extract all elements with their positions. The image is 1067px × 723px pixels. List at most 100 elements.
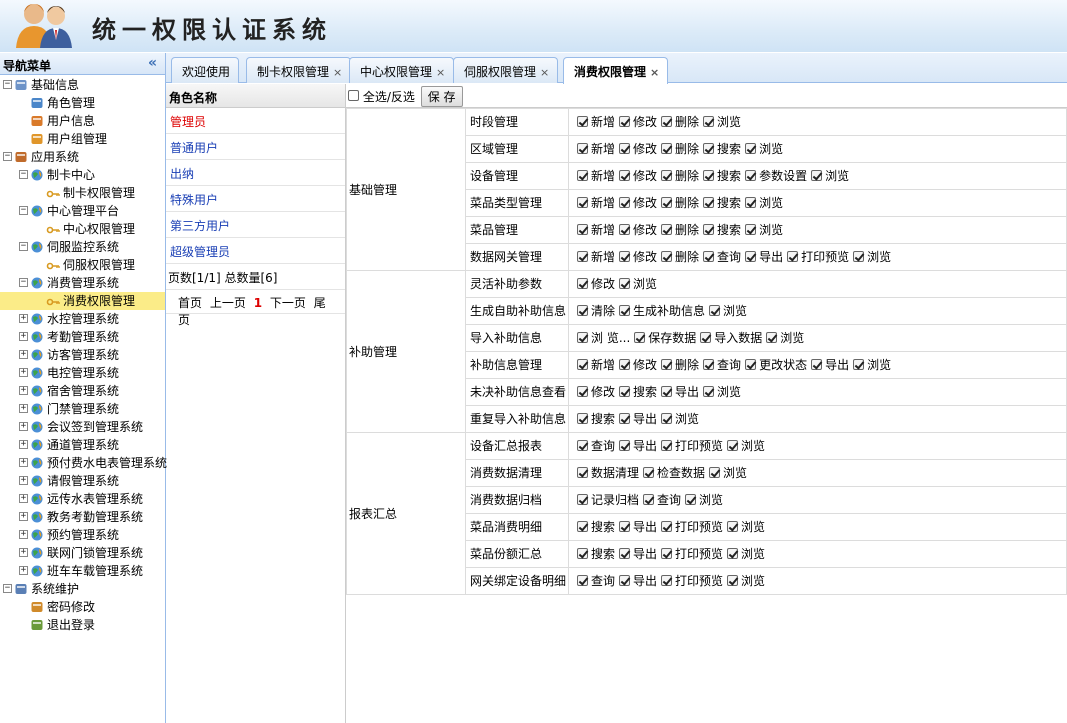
expand-toggle-icon[interactable]: +: [19, 440, 28, 449]
operation-checkbox[interactable]: [619, 521, 631, 532]
expand-toggle-icon[interactable]: +: [19, 458, 28, 467]
operation-checkbox[interactable]: [619, 359, 631, 370]
operation-checkbox[interactable]: [787, 251, 799, 262]
expand-toggle-icon[interactable]: +: [19, 332, 28, 341]
operation-checkbox[interactable]: [703, 386, 715, 397]
collapse-toggle-icon[interactable]: −: [19, 278, 28, 287]
operation-checkbox[interactable]: [577, 305, 588, 316]
operation-checkbox[interactable]: [577, 467, 588, 478]
operation-checkbox[interactable]: [745, 251, 757, 262]
expand-toggle-icon[interactable]: +: [19, 530, 28, 539]
operation-checkbox[interactable]: [661, 359, 673, 370]
operation-checkbox[interactable]: [703, 116, 715, 127]
nav-item[interactable]: + 考勤管理系统: [0, 328, 165, 346]
nav-item[interactable]: + 教务考勤管理系统: [0, 508, 165, 526]
nav-item[interactable]: + 预约管理系统: [0, 526, 165, 544]
collapse-toggle-icon[interactable]: −: [3, 80, 12, 89]
tab[interactable]: 伺服权限管理 ×: [453, 57, 559, 83]
operation-checkbox[interactable]: [619, 548, 631, 559]
operation-checkbox[interactable]: [661, 548, 673, 559]
collapse-toggle-icon[interactable]: −: [19, 242, 28, 251]
operation-checkbox[interactable]: [661, 521, 673, 532]
operation-checkbox[interactable]: [577, 197, 588, 208]
operation-checkbox[interactable]: [619, 251, 631, 262]
operation-checkbox[interactable]: [766, 332, 778, 343]
operation-checkbox[interactable]: [745, 197, 757, 208]
operation-checkbox[interactable]: [703, 251, 715, 262]
operation-checkbox[interactable]: [619, 575, 631, 586]
operation-checkbox[interactable]: [661, 170, 673, 181]
nav-item[interactable]: − 应用系统: [0, 148, 165, 166]
operation-checkbox[interactable]: [577, 170, 588, 181]
operation-checkbox[interactable]: [745, 143, 757, 154]
expand-toggle-icon[interactable]: +: [19, 494, 28, 503]
select-all-checkbox[interactable]: [348, 90, 359, 101]
operation-checkbox[interactable]: [577, 251, 588, 262]
expand-toggle-icon[interactable]: +: [19, 422, 28, 431]
operation-checkbox[interactable]: [619, 440, 631, 451]
close-icon[interactable]: ×: [333, 66, 342, 79]
nav-item[interactable]: + 电控管理系统: [0, 364, 165, 382]
nav-item[interactable]: + 宿舍管理系统: [0, 382, 165, 400]
operation-checkbox[interactable]: [619, 386, 631, 397]
operation-checkbox[interactable]: [700, 332, 712, 343]
close-icon[interactable]: ×: [650, 66, 659, 79]
expand-toggle-icon[interactable]: +: [19, 314, 28, 323]
close-icon[interactable]: ×: [540, 66, 549, 79]
tab[interactable]: 制卡权限管理 ×: [246, 57, 352, 83]
nav-item[interactable]: 用户组管理: [0, 130, 165, 148]
nav-item[interactable]: + 预付费水电表管理系统: [0, 454, 167, 472]
operation-checkbox[interactable]: [661, 386, 673, 397]
operation-checkbox[interactable]: [577, 359, 588, 370]
role-item[interactable]: 管理员: [166, 108, 345, 134]
nav-item[interactable]: + 水控管理系统: [0, 310, 165, 328]
operation-checkbox[interactable]: [685, 494, 697, 505]
tab[interactable]: 消费权限管理 ×: [563, 57, 669, 84]
operation-checkbox[interactable]: [577, 548, 588, 559]
nav-item[interactable]: + 门禁管理系统: [0, 400, 165, 418]
nav-item[interactable]: 伺服权限管理: [0, 256, 165, 274]
role-item[interactable]: 第三方用户: [166, 212, 345, 238]
operation-checkbox[interactable]: [643, 494, 655, 505]
operation-checkbox[interactable]: [577, 116, 588, 127]
role-item[interactable]: 出纳: [166, 160, 345, 186]
collapse-toggle-icon[interactable]: −: [3, 584, 12, 593]
role-item[interactable]: 超级管理员: [166, 238, 345, 264]
operation-checkbox[interactable]: [619, 305, 631, 316]
operation-checkbox[interactable]: [703, 170, 715, 181]
operation-checkbox[interactable]: [619, 413, 631, 424]
expand-toggle-icon[interactable]: +: [19, 476, 28, 485]
collapse-icon[interactable]: «: [148, 55, 157, 71]
operation-checkbox[interactable]: [661, 224, 673, 235]
operation-checkbox[interactable]: [727, 575, 739, 586]
nav-item[interactable]: − 制卡中心: [0, 166, 165, 184]
expand-toggle-icon[interactable]: +: [19, 404, 28, 413]
operation-checkbox[interactable]: [577, 224, 588, 235]
collapse-toggle-icon[interactable]: −: [19, 206, 28, 215]
role-item[interactable]: 普通用户: [166, 134, 345, 160]
operation-checkbox[interactable]: [811, 170, 823, 181]
expand-toggle-icon[interactable]: +: [19, 386, 28, 395]
tab[interactable]: 中心权限管理 ×: [349, 57, 455, 83]
operation-checkbox[interactable]: [577, 413, 588, 424]
nav-item[interactable]: 用户信息: [0, 112, 165, 130]
operation-checkbox[interactable]: [811, 359, 823, 370]
operation-checkbox[interactable]: [727, 548, 739, 559]
operation-checkbox[interactable]: [619, 143, 631, 154]
collapse-toggle-icon[interactable]: −: [3, 152, 12, 161]
prev-page-link[interactable]: 上一页: [210, 296, 246, 310]
nav-item[interactable]: + 会议签到管理系统: [0, 418, 165, 436]
nav-item[interactable]: 角色管理: [0, 94, 165, 112]
operation-checkbox[interactable]: [661, 251, 673, 262]
operation-checkbox[interactable]: [661, 116, 673, 127]
operation-checkbox[interactable]: [661, 440, 673, 451]
save-button[interactable]: 保 存: [420, 86, 463, 107]
nav-item[interactable]: − 基础信息: [0, 76, 165, 94]
next-page-link[interactable]: 下一页: [270, 296, 306, 310]
operation-checkbox[interactable]: [577, 575, 588, 586]
operation-checkbox[interactable]: [709, 305, 721, 316]
close-icon[interactable]: ×: [436, 66, 445, 79]
operation-checkbox[interactable]: [577, 278, 588, 289]
nav-item[interactable]: + 联网门锁管理系统: [0, 544, 165, 562]
operation-checkbox[interactable]: [745, 170, 757, 181]
